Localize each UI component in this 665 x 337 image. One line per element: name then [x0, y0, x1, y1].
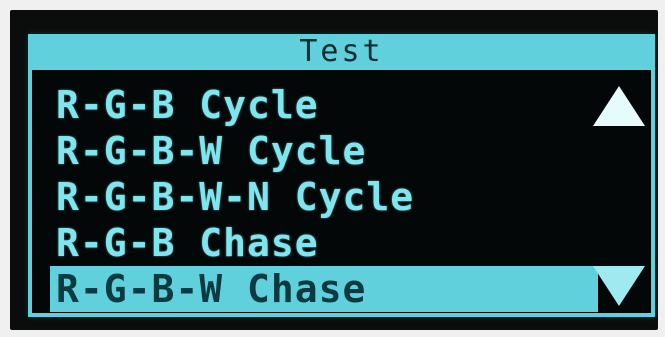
menu-item-rgbwn-cycle[interactable]: R-G-B-W-N Cycle [50, 174, 598, 220]
menu-frame: R-G-B Cycle R-G-B-W Cycle R-G-B-W-N Cycl… [28, 70, 655, 317]
photo-background: Test R-G-B Cycle R-G-B-W Cycle R-G-B-W-N… [0, 0, 665, 337]
menu-item-rgbw-cycle[interactable]: R-G-B-W Cycle [50, 128, 598, 174]
lcd-screen: Test R-G-B Cycle R-G-B-W Cycle R-G-B-W-N… [28, 34, 655, 317]
triangle-up-icon[interactable] [593, 86, 645, 126]
triangle-down-icon[interactable] [593, 266, 645, 306]
menu-item-rgb-cycle[interactable]: R-G-B Cycle [50, 82, 598, 128]
menu-item-rgbw-chase[interactable]: R-G-B-W Chase [50, 266, 598, 312]
page-title: Test [299, 34, 384, 69]
menu-item-rgb-chase[interactable]: R-G-B Chase [50, 220, 598, 266]
menu-list: R-G-B Cycle R-G-B-W Cycle R-G-B-W-N Cycl… [50, 82, 598, 312]
title-bar: Test [28, 34, 655, 70]
